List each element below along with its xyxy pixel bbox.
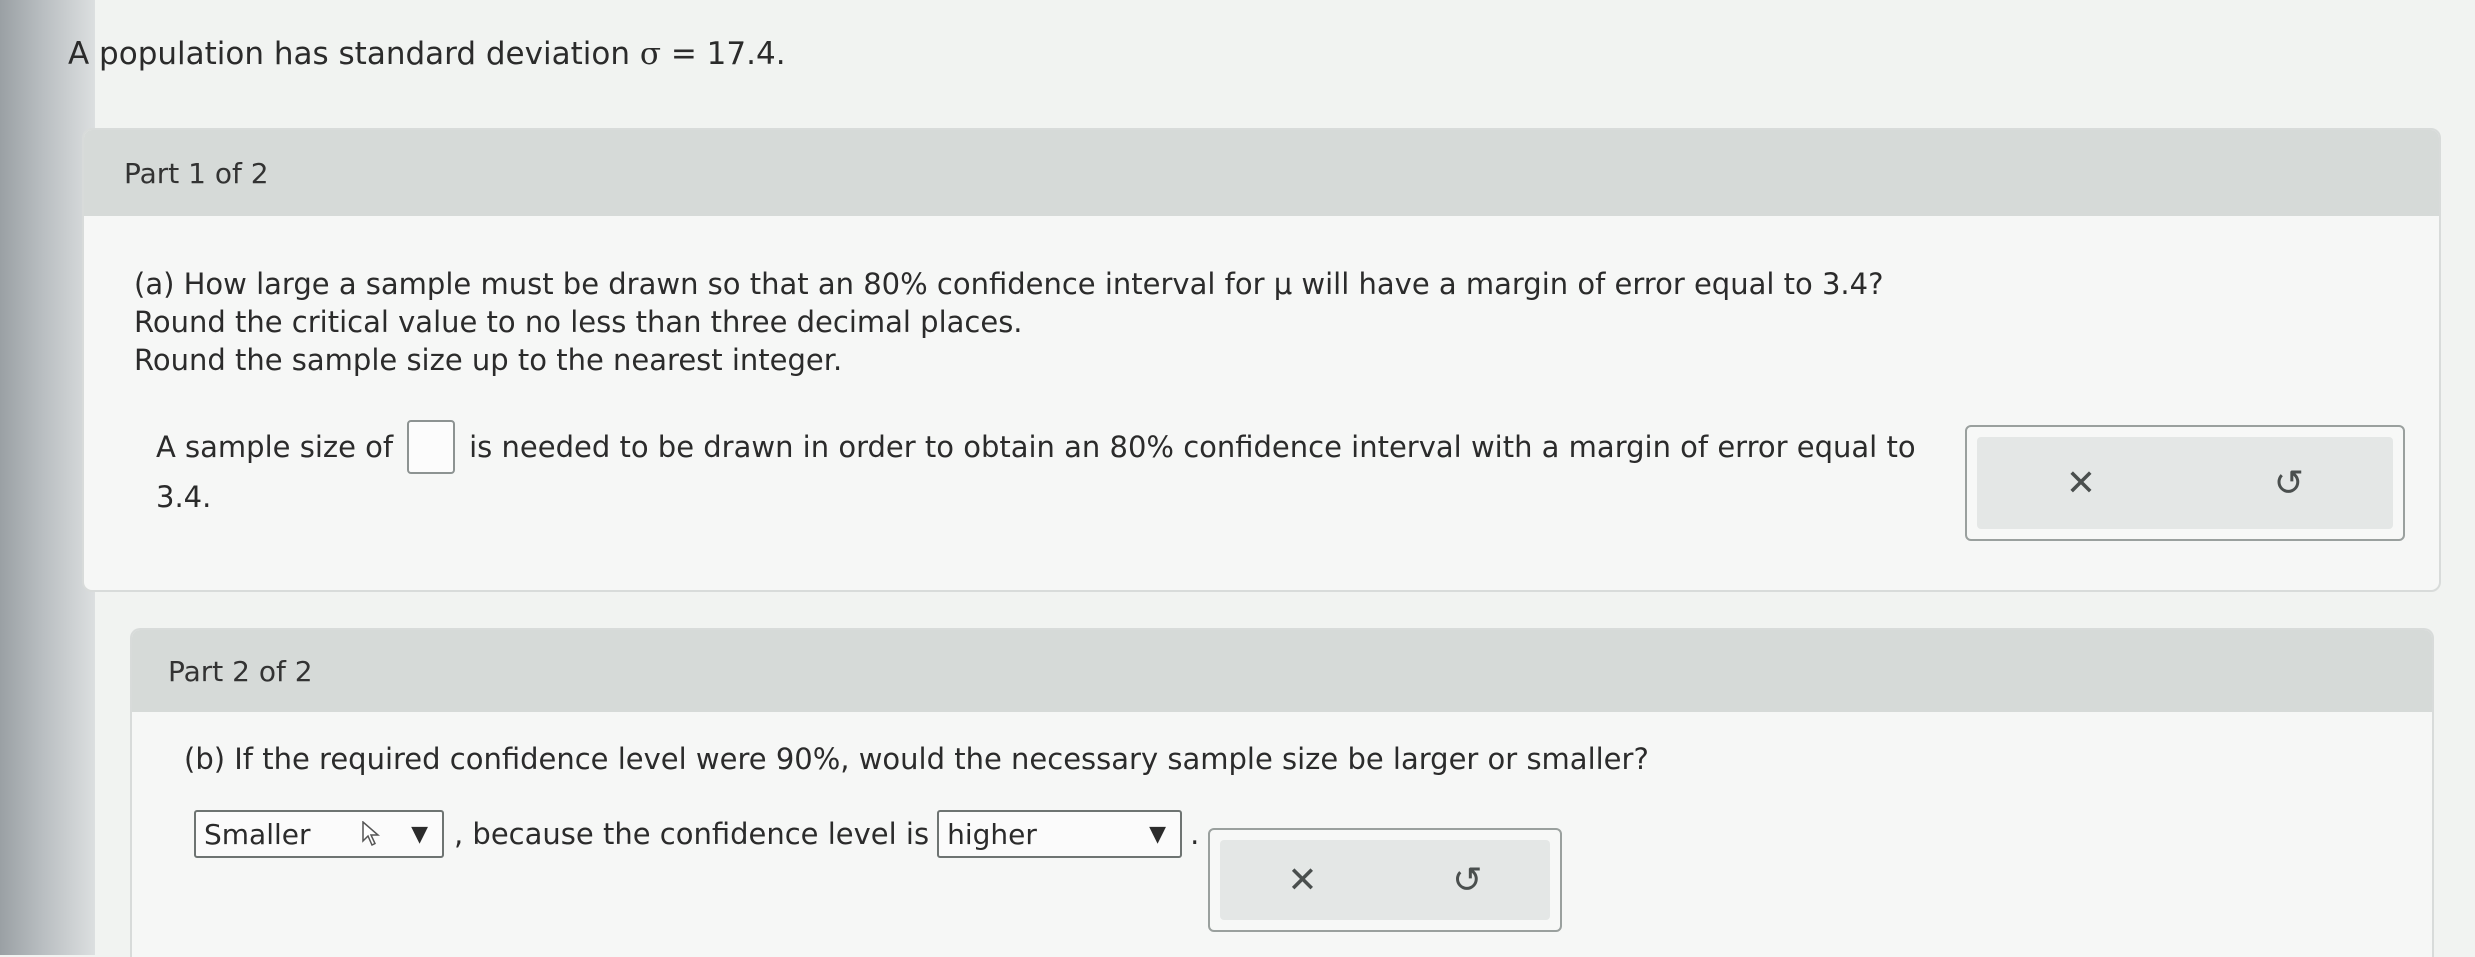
sigma-symbol: σ [639,36,661,72]
clear-icon[interactable]: ✕ [1273,850,1333,910]
part-1-question: (a) How large a sample must be drawn so … [134,265,1884,379]
part-2-question: (b) If the required confidence level wer… [184,742,1649,776]
part-2-header: Part 2 of 2 [132,630,2432,712]
part-1-tools: ✕ ↺ [1965,425,2405,541]
larger-smaller-dropdown[interactable]: Smaller ▼ [194,810,444,858]
clear-icon[interactable]: ✕ [2051,453,2111,513]
screen-left-edge [0,0,95,955]
end-text: . [1190,817,1200,851]
intro-text-suffix: = 17.4. [661,36,786,72]
part-1-header: Part 1 of 2 [84,130,2439,216]
undo-icon[interactable]: ↺ [2259,453,2319,513]
problem-intro: A population has standard deviation σ = … [68,36,786,72]
sample-size-input[interactable] [407,420,456,474]
higher-lower-dropdown[interactable]: higher ▼ [937,810,1183,858]
question-a-line-3: Round the sample size up to the nearest … [134,343,843,377]
middle-text: , because the confidence level is [454,817,930,851]
answer-prefix: A sample size of [156,430,394,464]
chevron-down-icon: ▼ [411,821,428,847]
part-1-answer-line: A sample size of is needed to be drawn i… [156,420,1916,474]
part-2-tools-inner: ✕ ↺ [1220,840,1550,920]
part-1-tools-inner: ✕ ↺ [1977,437,2393,529]
undo-icon[interactable]: ↺ [1438,850,1498,910]
dropdown-1-value: Smaller [204,817,311,851]
chevron-down-icon: ▼ [1149,821,1167,847]
mouse-cursor-icon [362,821,380,847]
answer-suffix: is needed to be drawn in order to obtain… [469,430,1916,464]
dropdown-2-value: higher [947,817,1037,851]
part-2-answer-line: Smaller ▼ , because the confidence level… [194,810,1199,858]
question-a-line-2: Round the critical value to no less than… [134,305,1023,339]
question-a-line-1: (a) How large a sample must be drawn so … [134,267,1884,301]
intro-text-prefix: A population has standard deviation [68,36,640,72]
answer-end: 3.4. [156,480,212,514]
part-2-tools: ✕ ↺ [1208,828,1562,932]
